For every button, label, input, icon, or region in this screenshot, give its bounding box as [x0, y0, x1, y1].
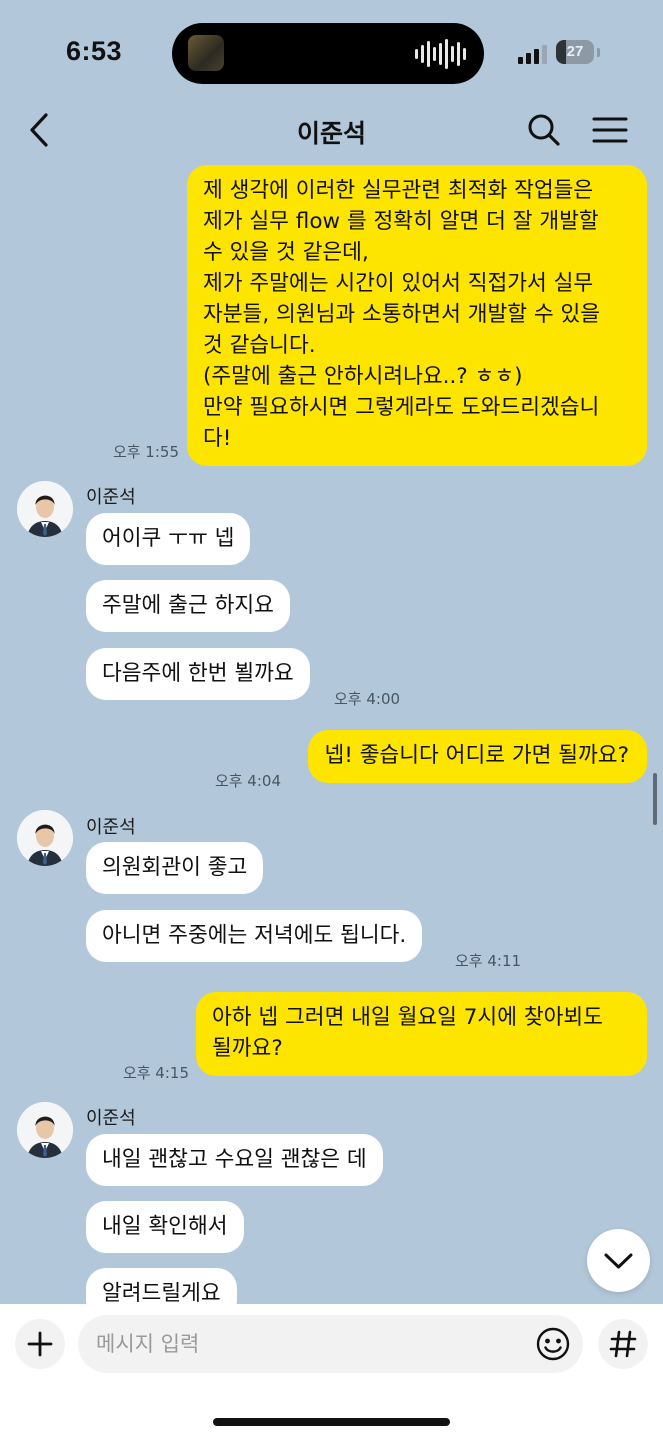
- their-message-bubble[interactable]: 아니면 주중에는 저녁에도 됩니다.: [86, 910, 423, 962]
- add-attachment-button[interactable]: [15, 1319, 65, 1369]
- their-message-bubble[interactable]: 내일 괜찮고 수요일 괜찮은 데: [86, 1134, 383, 1186]
- chat-header: 이준석: [0, 100, 663, 160]
- message-composer: [0, 1304, 663, 1440]
- battery-cap: [597, 48, 600, 57]
- my-message-bubble[interactable]: 아하 넵 그러면 내일 월요일 7시에 찾아뵈도 될까요?: [196, 992, 647, 1076]
- sender-name: 이준석: [86, 817, 136, 838]
- their-message-bubble[interactable]: 주말에 출근 하지요: [86, 580, 290, 632]
- search-button[interactable]: [526, 112, 562, 148]
- now-playing-artwork: [188, 35, 224, 71]
- chat-title: 이준석: [296, 119, 366, 148]
- sender-name: 이준석: [86, 1108, 136, 1129]
- message-input[interactable]: [78, 1315, 583, 1373]
- scrollbar[interactable]: [653, 773, 657, 825]
- their-message-bubble[interactable]: 내일 확인해서: [86, 1201, 244, 1253]
- search-icon: [528, 114, 560, 146]
- my-message-bubble[interactable]: 넵! 좋습니다 어디로 가면 될까요?: [308, 730, 647, 783]
- avatar[interactable]: [17, 1102, 73, 1158]
- message-timestamp: 오후 4:00: [334, 690, 401, 708]
- chevron-down-icon: [604, 1253, 633, 1269]
- sender-name: 이준석: [86, 487, 136, 508]
- hamburger-menu-icon: [592, 117, 628, 143]
- their-message-bubble[interactable]: 다음주에 한번 뵐까요: [86, 648, 310, 700]
- scroll-to-bottom-button[interactable]: [587, 1229, 650, 1292]
- battery-level-fill: [556, 40, 567, 64]
- menu-button[interactable]: [592, 114, 628, 146]
- their-message-bubble[interactable]: 어이쿠 ㅜㅠ 넵: [86, 513, 251, 565]
- my-message-bubble[interactable]: 제 생각에 이러한 실무관련 최적화 작업들은 제가 실무 flow 를 정확히…: [187, 165, 647, 466]
- battery-percentage: 27: [566, 43, 584, 60]
- avatar[interactable]: [17, 810, 73, 866]
- status-time: 6:53: [66, 36, 123, 66]
- avatar[interactable]: [17, 481, 73, 537]
- cellular-signal-icon: [518, 44, 547, 64]
- audio-waveform-icon: [415, 39, 466, 69]
- profile-photo: [17, 1102, 73, 1158]
- profile-photo: [17, 810, 73, 866]
- message-timestamp: 오후 4:11: [455, 952, 522, 970]
- home-indicator[interactable]: [213, 1418, 450, 1426]
- plus-icon: [27, 1331, 53, 1357]
- message-timestamp: 오후 1:55: [112, 443, 179, 461]
- message-timestamp: 오후 4:04: [214, 772, 281, 790]
- message-timestamp: 오후 4:15: [122, 1064, 189, 1082]
- status-bar: 6:53 27: [0, 0, 663, 100]
- smiley-icon: [536, 1327, 570, 1361]
- hashtag-button[interactable]: [598, 1319, 648, 1369]
- battery-icon: 27: [556, 40, 594, 64]
- dynamic-island: [172, 23, 484, 84]
- hash-icon: [609, 1330, 637, 1358]
- profile-photo: [17, 481, 73, 537]
- their-message-bubble[interactable]: 의원회관이 좋고: [86, 842, 264, 894]
- emoji-button[interactable]: [531, 1322, 575, 1366]
